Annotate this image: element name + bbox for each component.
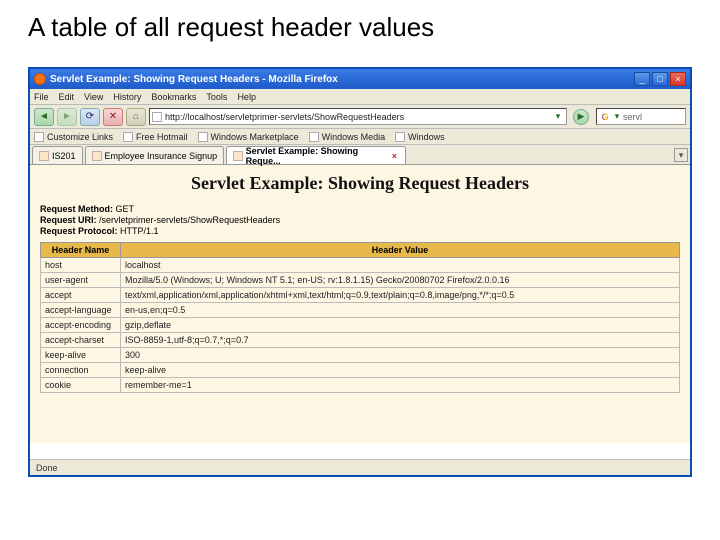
window-title: Servlet Example: Showing Request Headers… xyxy=(50,74,634,85)
header-name-cell: accept-charset xyxy=(41,333,121,348)
slide-title: A table of all request header values xyxy=(0,0,720,49)
header-name-cell: cookie xyxy=(41,378,121,393)
window-close-button[interactable]: × xyxy=(670,72,686,86)
tab-favicon-icon xyxy=(233,151,243,161)
header-name-cell: keep-alive xyxy=(41,348,121,363)
tab-bar: IS201 Employee Insurance Signup Servlet … xyxy=(30,145,690,165)
bookmark-customize-links[interactable]: Customize Links xyxy=(34,132,113,142)
stop-button[interactable]: ✕ xyxy=(103,108,123,126)
bookmark-free-hotmail[interactable]: Free Hotmail xyxy=(123,132,188,142)
tab-label: Employee Insurance Signup xyxy=(105,151,218,161)
col-header-name: Header Name xyxy=(41,243,121,258)
menu-file[interactable]: File xyxy=(34,92,49,102)
tab-label: Servlet Example: Showing Reque... xyxy=(246,146,387,166)
table-row: accept-encodinggzip,deflate xyxy=(41,318,680,333)
header-value-cell: text/xml,application/xml,application/xht… xyxy=(121,288,680,303)
header-value-cell: gzip,deflate xyxy=(121,318,680,333)
bookmark-icon xyxy=(309,132,319,142)
window-maximize-button[interactable]: □ xyxy=(652,72,668,86)
table-row: cookieremember-me=1 xyxy=(41,378,680,393)
nav-toolbar: ◄ ► ⟳ ✕ ⌂ http://localhost/servletprimer… xyxy=(30,105,690,129)
menu-bookmarks[interactable]: Bookmarks xyxy=(151,92,196,102)
request-uri-line: Request URI: /servletprimer-servlets/Sho… xyxy=(40,215,680,225)
url-text[interactable]: http://localhost/servletprimer-servlets/… xyxy=(165,112,552,122)
tab-is201[interactable]: IS201 xyxy=(32,146,83,164)
bookmark-icon xyxy=(34,132,44,142)
tab-favicon-icon xyxy=(92,151,102,161)
address-bar[interactable]: http://localhost/servletprimer-servlets/… xyxy=(149,108,567,125)
home-button[interactable]: ⌂ xyxy=(126,108,146,126)
header-value-cell: en-us,en;q=0.5 xyxy=(121,303,680,318)
search-engine-icon[interactable]: G xyxy=(599,111,611,123)
bookmark-icon xyxy=(198,132,208,142)
tab-close-icon[interactable]: × xyxy=(390,151,399,161)
header-value-cell: 300 xyxy=(121,348,680,363)
tab-employee-insurance[interactable]: Employee Insurance Signup xyxy=(85,146,225,164)
menu-edit[interactable]: Edit xyxy=(59,92,75,102)
window-minimize-button[interactable]: _ xyxy=(634,72,650,86)
bookmark-icon xyxy=(395,132,405,142)
forward-button[interactable]: ► xyxy=(57,108,77,126)
header-name-cell: connection xyxy=(41,363,121,378)
go-button[interactable]: ▶ xyxy=(573,109,589,125)
page-icon xyxy=(152,112,162,122)
tab-label: IS201 xyxy=(52,151,76,161)
search-box[interactable]: G ▾ servl xyxy=(596,108,686,125)
status-bar: Done xyxy=(30,459,690,475)
table-row: user-agentMozilla/5.0 (Windows; U; Windo… xyxy=(41,273,680,288)
menu-history[interactable]: History xyxy=(113,92,141,102)
header-name-cell: accept xyxy=(41,288,121,303)
page-content: Servlet Example: Showing Request Headers… xyxy=(30,165,690,443)
table-row: connectionkeep-alive xyxy=(41,363,680,378)
tab-servlet-example[interactable]: Servlet Example: Showing Reque... × xyxy=(226,146,406,164)
table-row: keep-alive300 xyxy=(41,348,680,363)
table-row: accepttext/xml,application/xml,applicati… xyxy=(41,288,680,303)
firefox-icon xyxy=(34,73,46,85)
menu-view[interactable]: View xyxy=(84,92,103,102)
status-text: Done xyxy=(36,463,58,473)
menu-tools[interactable]: Tools xyxy=(206,92,227,102)
menu-help[interactable]: Help xyxy=(237,92,256,102)
bookmarks-toolbar: Customize Links Free Hotmail Windows Mar… xyxy=(30,129,690,145)
back-button[interactable]: ◄ xyxy=(34,108,54,126)
header-value-cell: ISO-8859-1,utf-8;q=0.7,*;q=0.7 xyxy=(121,333,680,348)
header-name-cell: accept-encoding xyxy=(41,318,121,333)
window-titlebar: Servlet Example: Showing Request Headers… xyxy=(30,69,690,89)
bookmark-windows[interactable]: Windows xyxy=(395,132,445,142)
header-name-cell: user-agent xyxy=(41,273,121,288)
tab-list-dropdown-icon[interactable]: ▾ xyxy=(674,148,688,162)
bookmark-windows-media[interactable]: Windows Media xyxy=(309,132,386,142)
header-value-cell: remember-me=1 xyxy=(121,378,680,393)
bookmark-icon xyxy=(123,132,133,142)
header-value-cell: localhost xyxy=(121,258,680,273)
page-heading: Servlet Example: Showing Request Headers xyxy=(40,173,680,194)
table-row: accept-charsetISO-8859-1,utf-8;q=0.7,*;q… xyxy=(41,333,680,348)
header-name-cell: host xyxy=(41,258,121,273)
reload-button[interactable]: ⟳ xyxy=(80,108,100,126)
url-dropdown-icon[interactable]: ▾ xyxy=(552,111,564,122)
search-engine-dropdown-icon[interactable]: ▾ xyxy=(611,111,623,122)
menubar: File Edit View History Bookmarks Tools H… xyxy=(30,89,690,105)
header-value-cell: keep-alive xyxy=(121,363,680,378)
table-row: hostlocalhost xyxy=(41,258,680,273)
bookmark-windows-marketplace[interactable]: Windows Marketplace xyxy=(198,132,299,142)
search-input[interactable]: servl xyxy=(623,112,683,122)
table-row: accept-languageen-us,en;q=0.5 xyxy=(41,303,680,318)
tab-favicon-icon xyxy=(39,151,49,161)
request-method-line: Request Method: GET xyxy=(40,204,680,214)
request-protocol-line: Request Protocol: HTTP/1.1 xyxy=(40,226,680,236)
headers-table: Header Name Header Value hostlocalhostus… xyxy=(40,242,680,393)
browser-window: Servlet Example: Showing Request Headers… xyxy=(28,67,692,477)
header-value-cell: Mozilla/5.0 (Windows; U; Windows NT 5.1;… xyxy=(121,273,680,288)
col-header-value: Header Value xyxy=(121,243,680,258)
header-name-cell: accept-language xyxy=(41,303,121,318)
